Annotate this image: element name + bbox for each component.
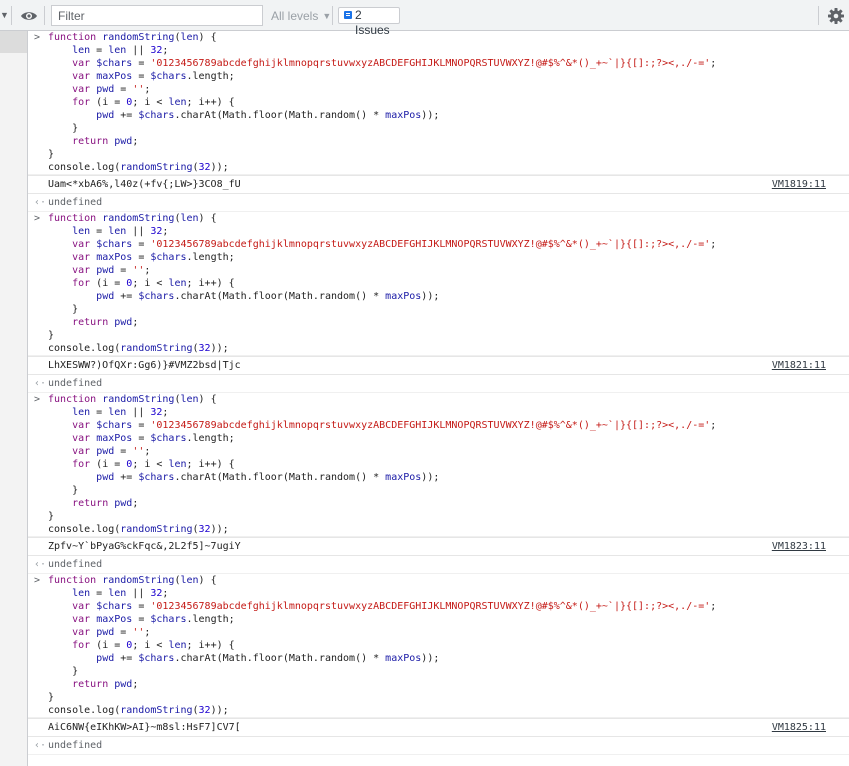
gear-icon[interactable] [826,6,846,26]
input-code-block[interactable]: > function randomString(len) { len = len… [28,393,849,537]
sidebar-toggle-caret-icon[interactable]: ▼ [0,9,9,21]
return-value-text: undefined [48,378,103,389]
toolbar-divider [44,6,45,25]
toolbar-divider [11,6,12,25]
input-code-block[interactable]: > function randomString(len) { len = len… [28,574,849,718]
log-levels-dropdown[interactable]: All levels ▼ [271,8,331,24]
chevron-down-icon: ▼ [322,11,332,21]
return-value-row: ‹· undefined [28,194,849,212]
console-sidebar-gutter [0,31,28,766]
code-text: function randomString(len) { len = len |… [48,394,717,535]
console-entry: > function randomString(len) { len = len… [28,574,849,755]
toolbar-divider [332,6,333,25]
prompt-chevron-icon: > [34,213,41,224]
return-value-row: ‹· undefined [28,375,849,393]
gutter-selection [0,31,27,53]
issues-button[interactable]: 2 Issues [338,7,400,37]
return-arrow-icon: ‹· [34,740,47,751]
log-output-text: LhXESWW?)OfQXr:Gg6)}#VMZ2bsd|Tjc [48,360,241,371]
return-value-row: ‹· undefined [28,737,849,755]
return-arrow-icon: ‹· [34,378,47,389]
code-text: function randomString(len) { len = len |… [48,32,717,173]
source-link[interactable]: VM1823:11 [772,540,826,553]
code-text: function randomString(len) { len = len |… [48,575,717,716]
console-entry: > function randomString(len) { len = len… [28,393,849,574]
source-link[interactable]: VM1825:11 [772,721,826,734]
toolbar-divider [818,6,819,25]
log-output-text: AiC6NW{eIKhKW>AI}~m8sl:HsF7]CV7[ [48,722,241,733]
source-link[interactable]: VM1821:11 [772,359,826,372]
log-message-row: Uam<*xbA6%,l40z(+fv{;LW>}3CO8_fU VM1819:… [28,175,849,194]
prompt-chevron-icon: > [34,575,41,586]
code-text: function randomString(len) { len = len |… [48,213,717,354]
log-message-row: AiC6NW{eIKhKW>AI}~m8sl:HsF7]CV7[ VM1825:… [28,718,849,737]
prompt-chevron-icon: > [34,394,41,405]
console-toolbar: ▼ All levels▼ 2 Issues [0,0,849,37]
log-message-row: Zpfv~Y`bPyaG%ckFqc&,2L2f5]~7ugiY VM1823:… [28,537,849,556]
return-value-text: undefined [48,559,103,570]
issues-icon [344,11,352,19]
log-levels-label: All levels [271,9,319,23]
eye-icon[interactable] [20,8,38,24]
return-value-text: undefined [48,740,103,751]
console-messages: > function randomString(len) { len = len… [28,31,849,766]
input-code-block[interactable]: > function randomString(len) { len = len… [28,212,849,356]
filter-input[interactable] [51,5,263,26]
log-output-text: Zpfv~Y`bPyaG%ckFqc&,2L2f5]~7ugiY [48,541,241,552]
return-value-text: undefined [48,197,103,208]
return-value-row: ‹· undefined [28,556,849,574]
return-arrow-icon: ‹· [34,559,47,570]
return-arrow-icon: ‹· [34,197,47,208]
log-output-text: Uam<*xbA6%,l40z(+fv{;LW>}3CO8_fU [48,179,241,190]
log-message-row: LhXESWW?)OfQXr:Gg6)}#VMZ2bsd|Tjc VM1821:… [28,356,849,375]
console-entry: > function randomString(len) { len = len… [28,31,849,212]
source-link[interactable]: VM1819:11 [772,178,826,191]
console-entry: > function randomString(len) { len = len… [28,212,849,393]
prompt-chevron-icon: > [34,32,41,43]
input-code-block[interactable]: > function randomString(len) { len = len… [28,31,849,175]
